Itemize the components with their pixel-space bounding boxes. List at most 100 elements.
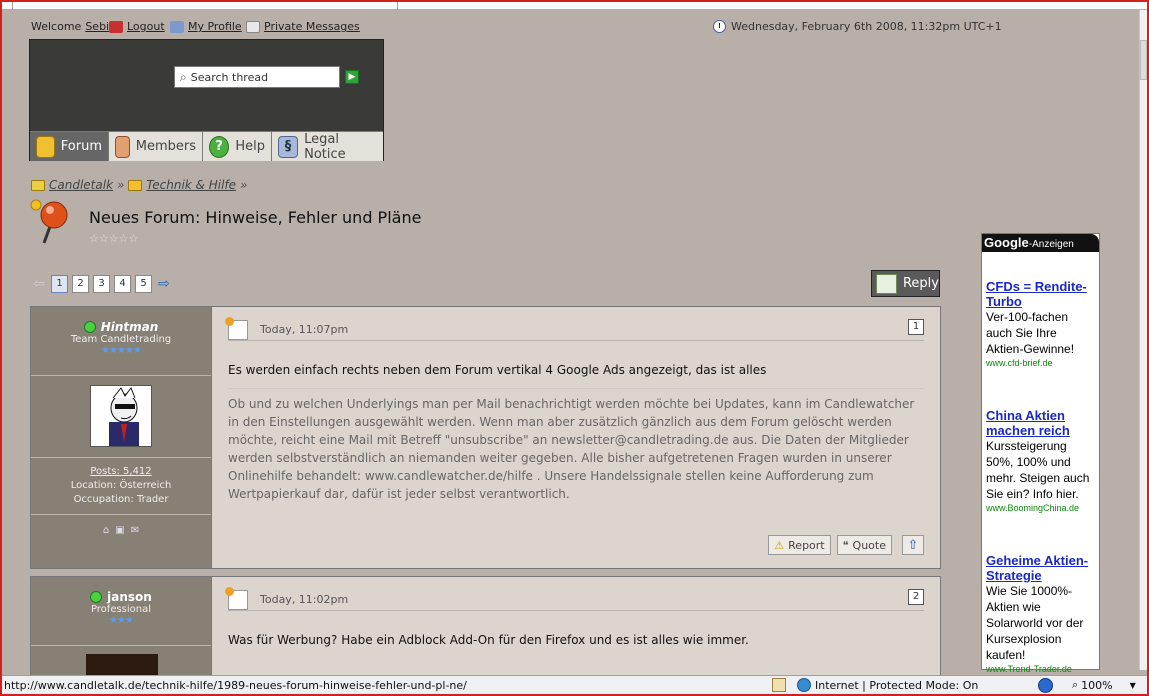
- page-2[interactable]: 2: [72, 275, 89, 293]
- author-info: Hintman Team Candletrading ★★★★★: [31, 307, 211, 376]
- ad-title[interactable]: CFDs = Rendite-Turbo: [986, 279, 1096, 309]
- page-5[interactable]: 5: [135, 275, 152, 293]
- security-zone[interactable]: Internet | Protected Mode: On: [797, 678, 978, 692]
- welcome-label: Welcome: [31, 20, 82, 33]
- logout-label[interactable]: Logout: [127, 20, 165, 33]
- search-go-button[interactable]: ▶: [345, 70, 359, 84]
- page-scrollbar[interactable]: [1139, 10, 1147, 670]
- breadcrumb-technik-hilfe[interactable]: Technik & Hilfe: [146, 178, 236, 192]
- messages-link[interactable]: Private Messages: [246, 20, 360, 33]
- author-name[interactable]: Hintman: [101, 320, 159, 334]
- post-title: Was für Werbung? Habe ein Adblock Add-On…: [228, 633, 749, 647]
- report-label: Report: [788, 538, 825, 552]
- ads-header: Google -Anzeigen: [982, 234, 1099, 252]
- search-icon: ⌕: [180, 69, 187, 84]
- envelope-icon[interactable]: ✉: [131, 525, 139, 536]
- homepage-icon[interactable]: ⌂: [103, 525, 109, 536]
- page-1[interactable]: 1: [51, 275, 68, 293]
- ad-item[interactable]: CFDs = Rendite-Turbo Ver-100-fachen auch…: [986, 279, 1096, 369]
- ad-url[interactable]: www.Trend-Trader.de: [986, 663, 1096, 675]
- report-button[interactable]: ⚠ Report: [768, 535, 831, 555]
- tab-forum[interactable]: Forum: [30, 131, 109, 161]
- post-icon: [225, 316, 248, 340]
- zoom-level: 100%: [1081, 678, 1113, 692]
- profile-link[interactable]: My Profile: [170, 20, 242, 33]
- author-name-row: Hintman: [31, 320, 211, 334]
- ie-icon[interactable]: [1038, 677, 1053, 693]
- profile-label[interactable]: My Profile: [188, 20, 242, 33]
- author-actions: ⌂ ▣ ✉: [31, 515, 211, 569]
- post-time: Today, 11:07pm: [260, 323, 349, 336]
- scrollbar-thumb[interactable]: [1140, 40, 1147, 80]
- paragraph-icon: §: [278, 135, 299, 158]
- logout-icon: [109, 20, 123, 33]
- ad-item[interactable]: Geheime Aktien-Strategie Wie Sie 1000%-A…: [986, 553, 1096, 675]
- author-stats: Posts: 5,412 Location: Österreich Occupa…: [31, 458, 211, 515]
- author-location: Location: Österreich: [70, 480, 172, 491]
- post-author-panel: janson Professional ★★★: [31, 577, 212, 676]
- chevron-down-icon[interactable]: ▼: [1130, 681, 1136, 690]
- ad-title[interactable]: China Aktien machen reich: [986, 408, 1096, 438]
- author-rank: Professional: [90, 604, 152, 615]
- author-post-count[interactable]: Posts: 5,412: [90, 466, 151, 477]
- tab-forum-label: Forum: [60, 139, 102, 154]
- quote-button[interactable]: ❝ Quote: [836, 535, 892, 555]
- tab-separator: [12, 0, 13, 10]
- post-number[interactable]: 1: [908, 319, 924, 335]
- author-name[interactable]: janson: [107, 590, 152, 604]
- tab-legal-notice[interactable]: § Legal Notice: [272, 131, 383, 162]
- privacy-icon[interactable]: [772, 678, 786, 692]
- date-text: Wednesday, February 6th 2008, 11:32pm UT…: [731, 20, 1002, 33]
- ad-url[interactable]: www.BoomingChina.de: [986, 502, 1096, 514]
- folder-icon: [128, 179, 143, 191]
- next-page-arrow-icon[interactable]: ⇨: [156, 276, 172, 292]
- post-time: Today, 11:02pm: [260, 593, 349, 606]
- scroll-top-button[interactable]: ⇧: [902, 535, 924, 555]
- breadcrumb-separator: »: [240, 178, 248, 192]
- online-status-icon: [83, 321, 96, 333]
- ad-description: Kurssteigerung 50%, 100% und mehr. Steig…: [986, 439, 1090, 501]
- envelope-icon: [246, 20, 260, 33]
- search-placeholder: Search thread: [190, 70, 269, 84]
- welcome-text: Welcome Sebi.: [31, 20, 117, 33]
- ad-description: Wie Sie 1000%-Aktien wie Solarworld vor …: [986, 584, 1084, 662]
- page-3[interactable]: 3: [93, 275, 110, 293]
- tab-help[interactable]: ? Help: [203, 131, 272, 161]
- breadcrumb-separator: »: [117, 178, 125, 192]
- post-author-panel: Hintman Team Candletrading ★★★★★ Posts: …: [31, 307, 212, 568]
- globe-icon: [797, 678, 811, 692]
- author-occupation: Occupation: Trader: [73, 494, 169, 505]
- reply-icon: [876, 273, 897, 294]
- profile-icon: [170, 20, 184, 33]
- post-number[interactable]: 2: [908, 589, 924, 605]
- breadcrumb: Candletalk » Technik & Hilfe »: [31, 178, 247, 192]
- ads-label: -Anzeigen: [1028, 239, 1074, 250]
- post: janson Professional ★★★ Today, 11:02pm 2…: [30, 576, 941, 676]
- post-content: Today, 11:02pm 2 Was für Werbung? Habe e…: [225, 577, 924, 676]
- avatar: [90, 385, 152, 447]
- thread-rating[interactable]: ☆☆☆☆☆: [89, 232, 138, 245]
- ad-url[interactable]: www.cfd-brief.de: [986, 357, 1096, 369]
- ad-title[interactable]: Geheime Aktien-Strategie: [986, 553, 1096, 583]
- page-4[interactable]: 4: [114, 275, 131, 293]
- username-link[interactable]: Sebi: [85, 20, 109, 33]
- messages-label[interactable]: Private Messages: [264, 20, 360, 33]
- prev-page-arrow-icon: ⇦: [33, 276, 45, 292]
- reply-button[interactable]: Reply: [871, 270, 940, 297]
- tab-members[interactable]: Members: [109, 131, 203, 161]
- post-actions: ⚠ Report ❝ Quote ⇧: [768, 535, 924, 555]
- ad-item[interactable]: China Aktien machen reich Kurssteigerung…: [986, 408, 1096, 514]
- current-date: Wednesday, February 6th 2008, 11:32pm UT…: [713, 20, 1002, 33]
- online-status-icon: [90, 591, 103, 603]
- post-header: Today, 11:02pm 2: [225, 586, 924, 611]
- zoom-control[interactable]: ⌕ 100% ▼: [1072, 678, 1136, 692]
- pagination: ⇦ 1 2 3 4 5 ⇨: [31, 275, 172, 293]
- thread-title: Neues Forum: Hinweise, Fehler und Pläne: [89, 208, 422, 227]
- post-body: Ob und zu welchen Underlyings man per Ma…: [228, 388, 924, 522]
- logout-link[interactable]: Logout: [109, 20, 165, 33]
- profile-card-icon[interactable]: ▣: [115, 525, 124, 536]
- tab-separator: [397, 0, 398, 10]
- help-icon: ?: [209, 135, 230, 158]
- search-thread-input[interactable]: ⌕ Search thread: [174, 66, 340, 88]
- breadcrumb-candletalk[interactable]: Candletalk: [49, 178, 113, 192]
